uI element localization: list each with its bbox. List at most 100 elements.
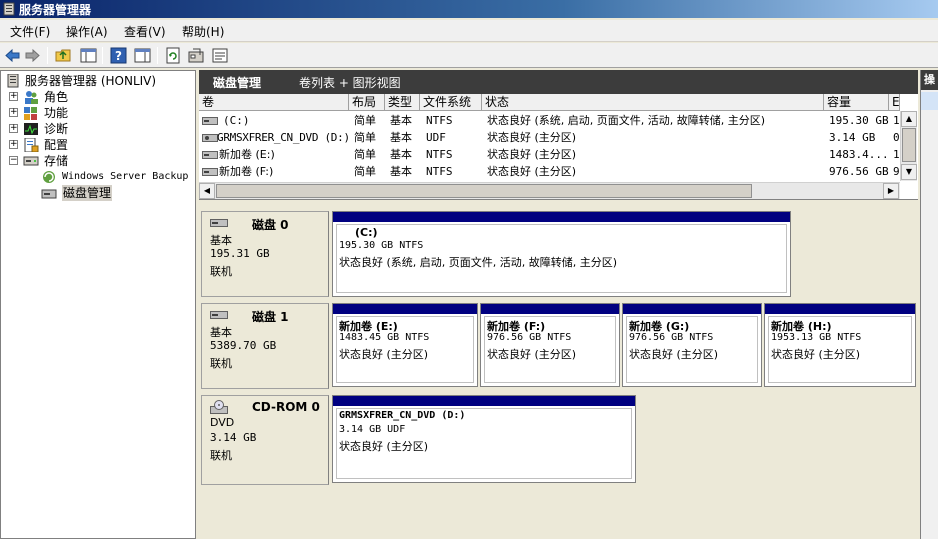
volume-status: 状态良好 (主分区) <box>487 131 577 144</box>
partition-size: 1483.45 GB NTFS <box>339 332 430 343</box>
panel-subtitle: 卷列表 + 图形视图 <box>299 76 401 90</box>
volume-status: 状态良好 (系统, 启动, 页面文件, 活动, 故障转储, 主分区) <box>487 114 766 127</box>
volume-row[interactable]: GRMSXFRER_CN_DVD (D:) 简单 基本 UDF 状态良好 (主分… <box>199 129 900 146</box>
volume-status: 状态良好 (主分区) <box>487 148 577 161</box>
column-header-type[interactable]: 类型 <box>385 94 420 111</box>
scroll-thumb[interactable] <box>902 128 916 162</box>
volume-filesystem: NTFS <box>426 114 453 127</box>
up-folder-icon[interactable] <box>55 47 72 64</box>
roles-icon <box>25 91 38 104</box>
panel-header: 磁盘管理 卷列表 + 图形视图 <box>199 70 918 94</box>
disk-graphical-view: 磁盘 0 基本 195.31 GB 联机 (C:) 195.30 GB NTFS… <box>199 203 918 539</box>
partition-bar <box>481 304 619 314</box>
column-header-filesystem[interactable]: 文件系统 <box>420 94 482 111</box>
collapse-storage-button[interactable]: − <box>9 156 18 165</box>
tree-item-label: 磁盘管理 <box>62 185 113 201</box>
tree-item-configuration[interactable]: + 配置 <box>9 137 189 153</box>
disk-row-disk-1: 磁盘 1 基本 5389.70 GB 联机 新加卷 (E:) 1483.45 G… <box>199 301 918 389</box>
tree-item-windows-server-backup[interactable]: Windows Server Backup <box>41 169 193 185</box>
server-manager-icon <box>7 74 19 88</box>
window-title: 服务器管理器 <box>19 3 92 17</box>
volume-layout: 简单 <box>354 131 376 144</box>
tree-root-label: 服务器管理器 (HONLIV) <box>25 74 157 88</box>
panel-title: 磁盘管理 <box>213 76 262 90</box>
forward-arrow-icon[interactable] <box>24 47 41 64</box>
partition-bar <box>333 304 477 314</box>
navigation-tree: 服务器管理器 (HONLIV) + 角色 + 功能 + 诊断 + 配置 − 存储… <box>0 70 196 539</box>
volume-filesystem: NTFS <box>426 148 453 161</box>
partition-bar <box>765 304 915 314</box>
tree-item-disk-management[interactable]: 磁盘管理 <box>41 185 161 201</box>
partition-bar <box>333 212 790 222</box>
show-hide-tree-icon[interactable] <box>80 47 97 64</box>
volume-layout: 简单 <box>354 114 376 127</box>
menu-view[interactable]: 查看(V) <box>122 23 168 40</box>
volume-list-vertical-scrollbar[interactable]: ▲ ▼ <box>900 111 917 181</box>
partition-size: 976.56 GB NTFS <box>629 332 714 343</box>
column-header-status[interactable]: 状态 <box>482 94 824 111</box>
tree-item-diagnostics[interactable]: + 诊断 <box>9 121 189 137</box>
menu-bar: 文件(F) 操作(A) 查看(V) 帮助(H) <box>0 20 938 42</box>
volume-capacity: 976.56 GB <box>829 165 889 178</box>
volume-row[interactable]: 新加卷 (F:) 简单 基本 NTFS 状态良好 (主分区) 976.56 GB… <box>199 163 900 180</box>
menu-action[interactable]: 操作(A) <box>64 23 110 40</box>
refresh-icon[interactable] <box>165 47 182 64</box>
svg-text:?: ? <box>115 49 122 63</box>
menu-help[interactable]: 帮助(H) <box>180 23 226 40</box>
scroll-left-arrow-icon[interactable]: ◀ <box>199 183 215 199</box>
scroll-down-arrow-icon[interactable]: ▼ <box>901 164 917 180</box>
scroll-thumb[interactable] <box>216 184 752 198</box>
disk-state: 联机 <box>210 449 232 462</box>
export-icon[interactable] <box>212 47 229 64</box>
column-header-capacity[interactable]: 容量 <box>824 94 889 111</box>
volume-list: 卷 布局 类型 文件系统 状态 容量 E (C:) 简单 基本 NTFS 状态良… <box>199 94 918 200</box>
volume-row[interactable]: (C:) 简单 基本 NTFS 状态良好 (系统, 启动, 页面文件, 活动, … <box>199 112 900 129</box>
expand-roles-button[interactable]: + <box>9 92 18 101</box>
tree-item-features[interactable]: + 功能 <box>9 105 189 121</box>
disk-icon <box>210 219 228 227</box>
partition-e[interactable]: 新加卷 (E:) 1483.45 GB NTFS 状态良好 (主分区) <box>332 303 478 387</box>
column-header-extra[interactable]: E <box>889 94 900 111</box>
volume-icon <box>202 168 218 176</box>
partition-h[interactable]: 新加卷 (H:) 1953.13 GB NTFS 状态良好 (主分区) <box>764 303 916 387</box>
partition-g[interactable]: 新加卷 (G:) 976.56 GB NTFS 状态良好 (主分区) <box>622 303 762 387</box>
expand-diagnostics-button[interactable]: + <box>9 124 18 133</box>
actions-pane-header[interactable]: 操 <box>921 70 938 90</box>
column-header-layout[interactable]: 布局 <box>349 94 385 111</box>
disk-row-cdrom-0: CD-ROM 0 DVD 3.14 GB 联机 GRMSXFRER_CN_DVD… <box>199 393 918 487</box>
actions-pane-item[interactable] <box>921 92 938 110</box>
volume-type: 基本 <box>390 165 412 178</box>
volume-name: 新加卷 (F:) <box>219 165 274 178</box>
volume-capacity: 3.14 GB <box>829 131 876 144</box>
volume-list-horizontal-scrollbar[interactable]: ◀ ▶ <box>199 182 900 199</box>
volume-type: 基本 <box>390 148 412 161</box>
help-icon[interactable]: ? <box>110 47 127 64</box>
scroll-up-arrow-icon[interactable]: ▲ <box>901 111 917 127</box>
cdrom-icon <box>210 400 228 414</box>
dvd-volume-icon <box>202 134 218 142</box>
expand-configuration-button[interactable]: + <box>9 140 18 149</box>
disk-management-panel: 磁盘管理 卷列表 + 图形视图 卷 布局 类型 文件系统 状态 容量 E (C:… <box>199 70 918 539</box>
disk-size: 195.31 GB <box>210 247 270 260</box>
properties-icon[interactable] <box>188 47 205 64</box>
partition-c[interactable]: (C:) 195.30 GB NTFS 状态良好 (系统, 启动, 页面文件, … <box>332 211 791 297</box>
column-header-volume[interactable]: 卷 <box>199 94 349 111</box>
partition-f[interactable]: 新加卷 (F:) 976.56 GB NTFS 状态良好 (主分区) <box>480 303 620 387</box>
disk-kind: 基本 <box>210 234 232 247</box>
disk-info-cdrom-0[interactable]: CD-ROM 0 DVD 3.14 GB 联机 <box>201 395 329 485</box>
tree-item-storage[interactable]: − 存储 <box>9 153 189 169</box>
expand-features-button[interactable]: + <box>9 108 18 117</box>
partition-status: 状态良好 (主分区) <box>487 348 577 361</box>
volume-capacity: 195.30 GB <box>829 114 889 127</box>
back-arrow-icon[interactable] <box>4 47 21 64</box>
disk-info-disk-1[interactable]: 磁盘 1 基本 5389.70 GB 联机 <box>201 303 329 389</box>
scroll-right-arrow-icon[interactable]: ▶ <box>883 183 899 199</box>
disk-info-disk-0[interactable]: 磁盘 0 基本 195.31 GB 联机 <box>201 211 329 297</box>
menu-file[interactable]: 文件(F) <box>8 23 52 40</box>
show-hide-action-icon[interactable] <box>134 47 151 64</box>
volume-row[interactable]: 新加卷 (E:) 简单 基本 NTFS 状态良好 (主分区) 1483.4...… <box>199 146 900 163</box>
partition-d[interactable]: GRMSXFRER_CN_DVD (D:) 3.14 GB UDF 状态良好 (… <box>332 395 636 483</box>
tree-item-roles[interactable]: + 角色 <box>9 89 189 105</box>
volume-layout: 简单 <box>354 148 376 161</box>
backup-icon <box>43 171 55 183</box>
